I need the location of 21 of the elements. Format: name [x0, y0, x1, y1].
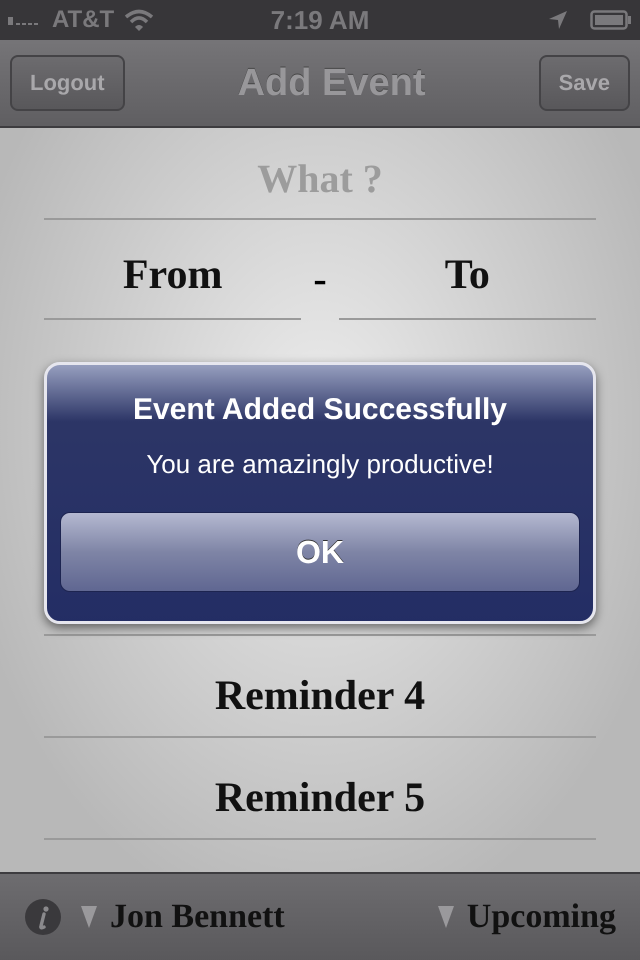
alert-message: You are amazingly productive!	[146, 449, 494, 480]
location-arrow-icon	[548, 10, 568, 30]
wifi-icon	[124, 9, 154, 31]
carrier-name: AT&T	[52, 6, 114, 34]
dropdown-triangle-icon	[80, 905, 98, 929]
info-icon[interactable]	[24, 898, 62, 936]
from-field[interactable]: From	[44, 240, 302, 320]
reminder-field[interactable]: Reminder 4	[44, 636, 596, 738]
range-separator: -	[313, 255, 327, 303]
reminder-field[interactable]: Reminder 5	[44, 738, 596, 840]
battery-icon	[590, 10, 632, 30]
user-selector[interactable]: Jon Bennett	[110, 898, 285, 936]
save-button[interactable]: Save	[538, 55, 630, 111]
clock-time: 7:19 AM	[270, 4, 370, 36]
to-field[interactable]: To	[338, 240, 596, 320]
filter-selector[interactable]: Upcoming	[466, 898, 616, 936]
alert-title: Event Added Successfully	[132, 393, 507, 427]
what-field[interactable]: What ?	[44, 138, 596, 220]
ok-button[interactable]: OK	[60, 512, 580, 592]
dropdown-triangle-icon	[436, 905, 455, 929]
logout-button[interactable]: Logout	[10, 55, 125, 111]
